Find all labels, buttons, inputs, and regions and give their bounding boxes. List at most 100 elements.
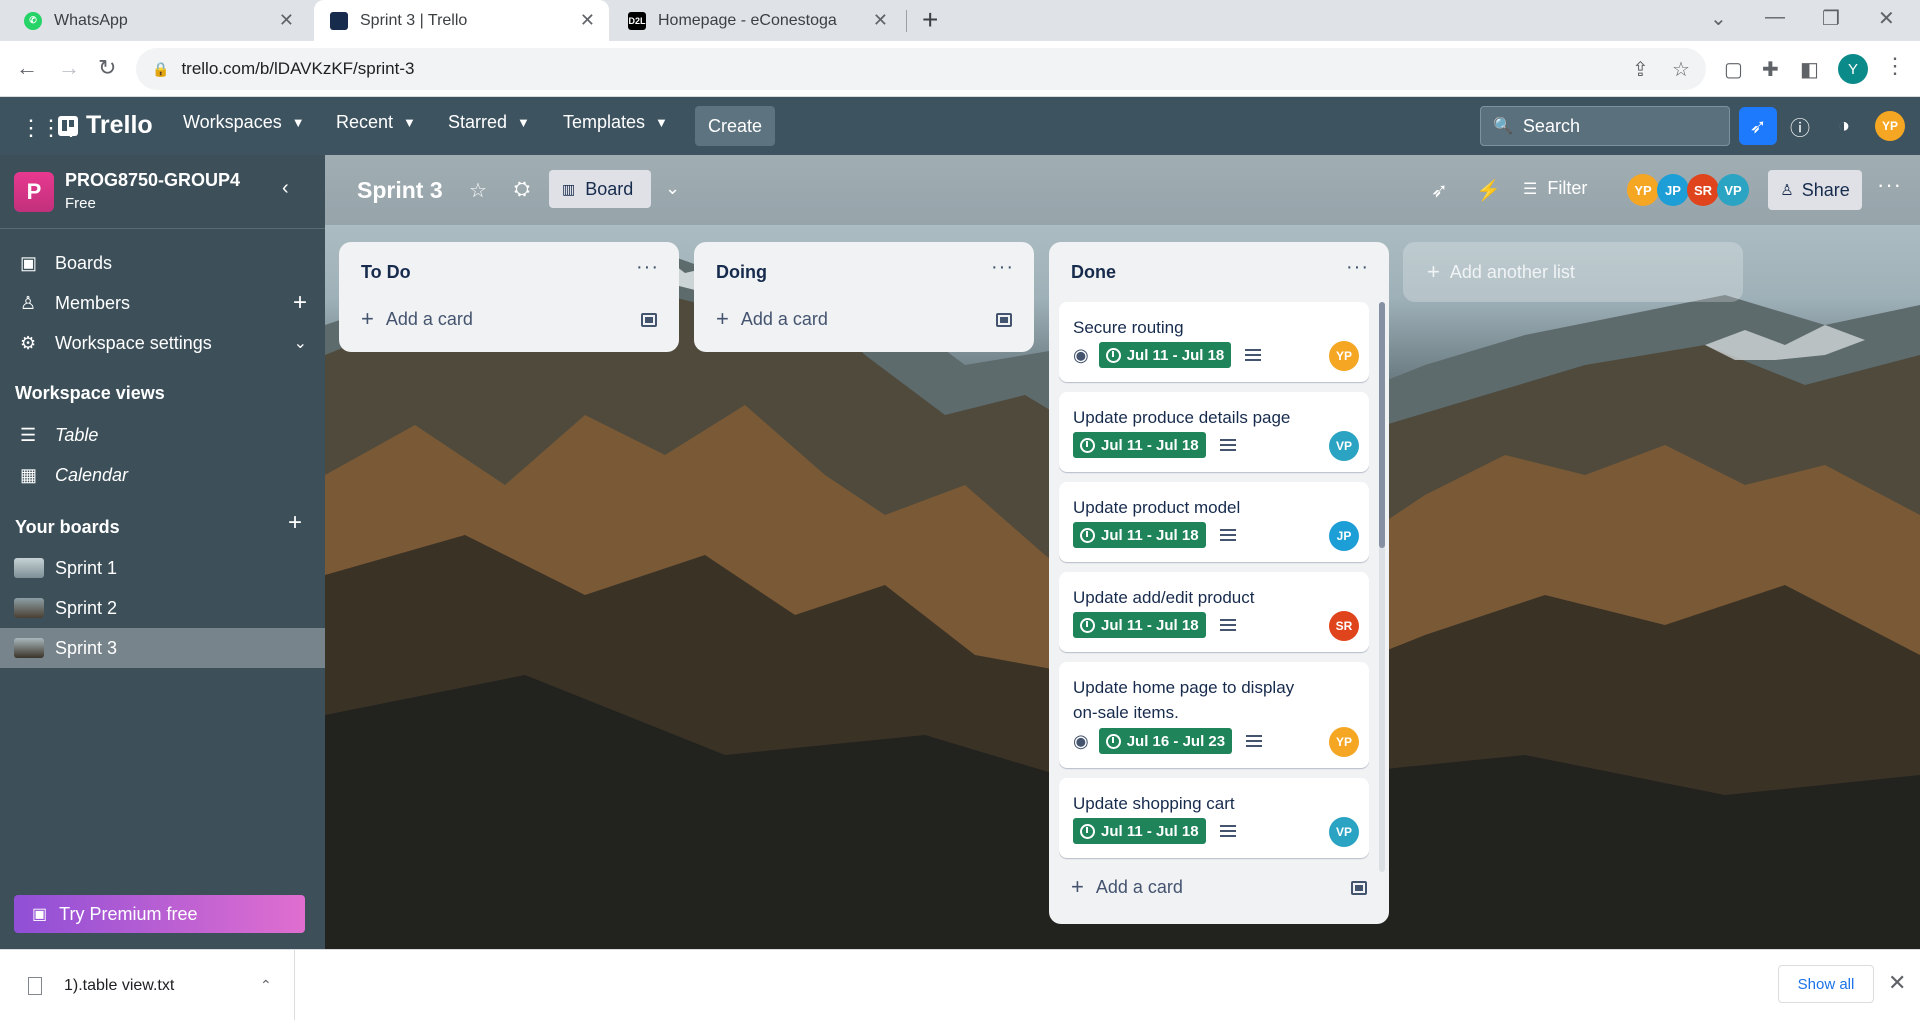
browser-profile-avatar[interactable]: Y bbox=[1838, 54, 1868, 84]
user-avatar[interactable]: YP bbox=[1875, 111, 1905, 141]
share-page-icon[interactable]: ⇪ bbox=[1632, 57, 1649, 82]
list-title[interactable]: Done bbox=[1071, 262, 1116, 283]
card[interactable]: Update shopping cart functionality Jul 1… bbox=[1059, 778, 1369, 858]
card-member-avatar[interactable]: JP bbox=[1329, 521, 1359, 551]
close-icon[interactable]: ✕ bbox=[580, 10, 595, 31]
forward-button[interactable]: → bbox=[58, 55, 80, 81]
card-template-icon[interactable] bbox=[641, 313, 657, 327]
extensions-puzzle-icon[interactable]: ✚ bbox=[1762, 57, 1779, 82]
minimize-button[interactable]: — bbox=[1765, 6, 1785, 29]
bookmark-star-icon[interactable]: ☆ bbox=[1672, 57, 1690, 82]
add-board-icon[interactable]: + bbox=[288, 509, 302, 537]
card[interactable]: Secure routing ◉ Jul 11 - Jul 18 YP bbox=[1059, 302, 1369, 382]
card-member-avatar[interactable]: YP bbox=[1329, 727, 1359, 757]
card[interactable]: Update add/edit product Jul 11 - Jul 18 … bbox=[1059, 572, 1369, 652]
due-date-badge[interactable]: Jul 11 - Jul 18 bbox=[1098, 342, 1232, 368]
download-item[interactable]: 1).table view.txt ⌃ bbox=[0, 950, 295, 1020]
chevron-down-icon[interactable]: ⌄ bbox=[665, 178, 680, 199]
share-button[interactable]: ♙ Share bbox=[1768, 170, 1862, 210]
card[interactable]: Update product model Jul 11 - Jul 18 JP bbox=[1059, 482, 1369, 562]
sidebar-item-sprint-1[interactable]: Sprint 1 bbox=[0, 548, 325, 588]
menu-workspaces[interactable]: Workspaces ▼ bbox=[183, 112, 305, 133]
star-icon[interactable]: ☆ bbox=[469, 178, 487, 203]
member-avatar[interactable]: YP bbox=[1627, 174, 1659, 206]
due-date-badge[interactable]: Jul 11 - Jul 18 bbox=[1073, 612, 1206, 638]
add-another-list-button[interactable]: + Add another list bbox=[1403, 242, 1743, 302]
url-input[interactable]: 🔒 trello.com/b/lDAVKzKF/sprint-3 bbox=[136, 48, 1706, 90]
sidebar-item-boards[interactable]: ▣ Boards bbox=[0, 243, 325, 283]
rocket-icon[interactable]: ➶ bbox=[1739, 107, 1777, 145]
card-template-icon[interactable] bbox=[996, 313, 1012, 327]
due-date-badge[interactable]: Jul 16 - Jul 23 bbox=[1098, 728, 1233, 754]
workspace-name[interactable]: PROG8750-GROUP4 bbox=[65, 170, 240, 191]
card-member-avatar[interactable]: SR bbox=[1329, 611, 1359, 641]
menu-recent[interactable]: Recent ▼ bbox=[336, 112, 416, 133]
tab-trello[interactable]: Sprint 3 | Trello ✕ bbox=[314, 0, 609, 41]
sidebar-item-sprint-2[interactable]: Sprint 2 bbox=[0, 588, 325, 628]
browser-menu-icon[interactable]: ⋮ bbox=[1884, 53, 1906, 79]
add-card-button[interactable]: + Add a card bbox=[361, 304, 473, 334]
side-panel-icon[interactable]: ◧ bbox=[1800, 57, 1819, 82]
member-avatar[interactable]: VP bbox=[1717, 174, 1749, 206]
card-template-icon[interactable] bbox=[1351, 881, 1367, 895]
filter-button[interactable]: ☰ Filter bbox=[1523, 178, 1587, 199]
close-icon[interactable]: ✕ bbox=[873, 10, 888, 31]
list-menu-icon[interactable]: ··· bbox=[636, 256, 659, 279]
add-member-icon[interactable]: + bbox=[293, 289, 307, 317]
tab-econestoga[interactable]: D2L Homepage - eConestoga ✕ bbox=[612, 0, 902, 41]
menu-starred[interactable]: Starred ▼ bbox=[448, 112, 530, 133]
sidebar-item-table[interactable]: ☰ Table bbox=[0, 415, 325, 455]
chevron-up-icon[interactable]: ⌃ bbox=[260, 977, 272, 994]
member-avatar[interactable]: SR bbox=[1687, 174, 1719, 206]
add-card-button[interactable]: + Add a card bbox=[716, 304, 828, 334]
board-title[interactable]: Sprint 3 bbox=[357, 177, 443, 204]
try-premium-button[interactable]: ▣ Try Premium free bbox=[14, 895, 305, 933]
add-card-button[interactable]: + Add a card bbox=[1071, 872, 1183, 902]
close-icon[interactable]: ✕ bbox=[1888, 970, 1906, 996]
menu-templates[interactable]: Templates ▼ bbox=[563, 112, 668, 133]
power-ups-rocket-icon[interactable]: ➶ bbox=[1431, 178, 1448, 203]
close-window-button[interactable]: ✕ bbox=[1878, 6, 1895, 31]
card-member-avatar[interactable]: VP bbox=[1329, 431, 1359, 461]
board-view-button[interactable]: ▥ Board bbox=[549, 170, 651, 208]
due-date-badge[interactable]: Jul 11 - Jul 18 bbox=[1073, 522, 1206, 548]
search-input[interactable]: 🔍 Search bbox=[1480, 106, 1730, 146]
workspace-visibility-icon[interactable]: ⛭ bbox=[514, 178, 530, 201]
sidebar-item-calendar[interactable]: ▦ Calendar bbox=[0, 455, 325, 495]
board-menu-icon[interactable]: ··· bbox=[1877, 172, 1902, 198]
trello-logo[interactable]: Trello bbox=[58, 111, 153, 140]
member-avatar[interactable]: JP bbox=[1657, 174, 1689, 206]
card-member-avatar[interactable]: VP bbox=[1329, 817, 1359, 847]
show-all-button[interactable]: Show all bbox=[1778, 965, 1874, 1003]
chevron-down-icon[interactable]: ⌄ bbox=[294, 333, 307, 353]
tab-search-icon[interactable]: ⌄ bbox=[1710, 6, 1727, 31]
tab-whatsapp[interactable]: ✆ WhatsApp ✕ bbox=[8, 0, 308, 41]
list-scrollbar[interactable] bbox=[1379, 302, 1385, 872]
due-date-badge[interactable]: Jul 11 - Jul 18 bbox=[1073, 432, 1206, 458]
sidebar-item-members[interactable]: ♙ Members + bbox=[0, 283, 325, 323]
card[interactable]: Update home page to display on-sale item… bbox=[1059, 662, 1369, 768]
theme-contrast-icon[interactable]: ◑ bbox=[1829, 111, 1859, 141]
create-button[interactable]: Create bbox=[695, 106, 775, 146]
collapse-sidebar-icon[interactable]: ‹ bbox=[282, 177, 289, 200]
extension-icon[interactable]: ▢ bbox=[1724, 57, 1743, 82]
automation-bolt-icon[interactable]: ⚡ bbox=[1476, 178, 1501, 203]
reload-button[interactable]: ↻ bbox=[98, 55, 116, 81]
help-icon[interactable]: ⓘ bbox=[1785, 111, 1815, 141]
scrollbar-thumb[interactable] bbox=[1379, 302, 1385, 548]
new-tab-button[interactable]: + bbox=[922, 6, 938, 34]
card[interactable]: Update produce details page Jul 11 - Jul… bbox=[1059, 392, 1369, 472]
card-member-avatar[interactable]: YP bbox=[1329, 341, 1359, 371]
list-menu-icon[interactable]: ··· bbox=[991, 256, 1014, 279]
sidebar-item-workspace-settings[interactable]: ⚙ Workspace settings ⌄ bbox=[0, 323, 325, 363]
restore-button[interactable]: ❐ bbox=[1822, 6, 1840, 31]
sidebar-item-sprint-3[interactable]: Sprint 3 bbox=[0, 628, 325, 668]
list-title[interactable]: To Do bbox=[361, 262, 411, 283]
close-icon[interactable]: ✕ bbox=[279, 10, 294, 31]
due-date-badge[interactable]: Jul 11 - Jul 18 bbox=[1073, 818, 1206, 844]
back-button[interactable]: ← bbox=[16, 55, 38, 81]
list-title[interactable]: Doing bbox=[716, 262, 767, 283]
card-badges: Jul 11 - Jul 18 bbox=[1073, 612, 1236, 638]
list-menu-icon[interactable]: ··· bbox=[1346, 256, 1369, 279]
card-badges: ◉ Jul 11 - Jul 18 bbox=[1073, 342, 1262, 368]
